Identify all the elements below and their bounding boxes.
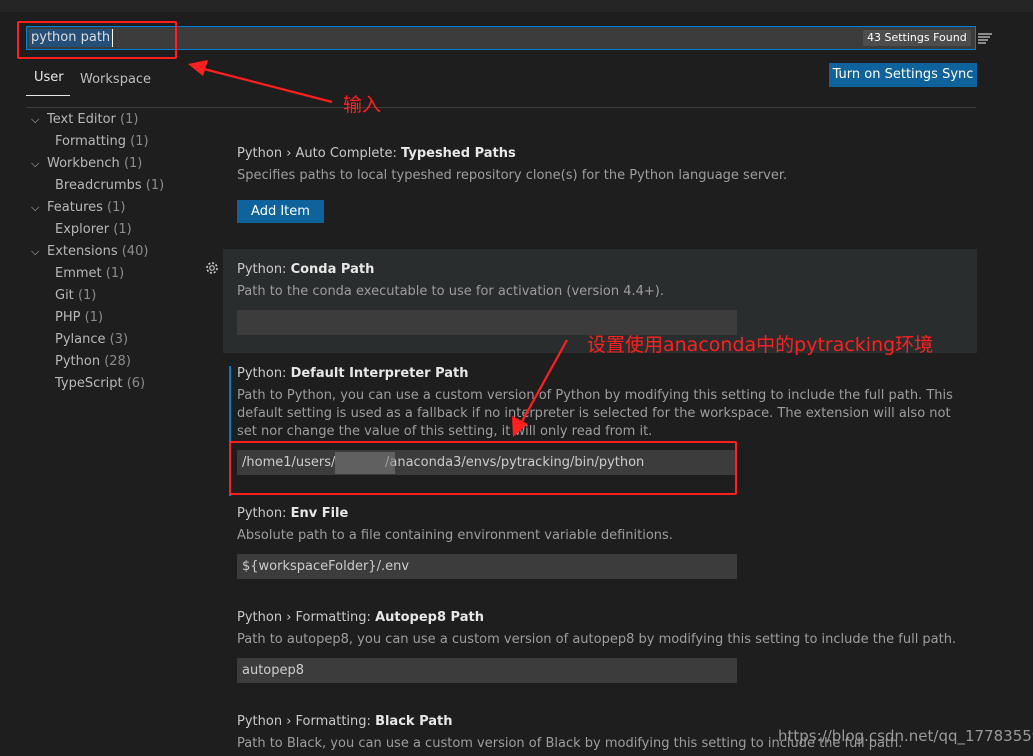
- setting-desc-env-file: Absolute path to a file containing envir…: [237, 528, 673, 543]
- annotation-box-search: [17, 21, 177, 59]
- setting-desc-typeshed-paths: Specifies paths to local typeshed reposi…: [237, 168, 788, 183]
- toc-item-php[interactable]: PHP (1): [55, 310, 103, 325]
- setting-title-typeshed-paths: Python › Auto Complete: Typeshed Paths: [237, 146, 516, 161]
- top-strip: [0, 0, 1033, 12]
- toc-item-git[interactable]: Git (1): [55, 288, 96, 303]
- tab-workspace[interactable]: Workspace: [80, 72, 151, 87]
- setting-title-black-path: Python › Formatting: Black Path: [237, 714, 453, 729]
- toc-item-explorer[interactable]: Explorer (1): [55, 222, 132, 237]
- chevron-down-icon: ⌵: [31, 201, 40, 214]
- toc-item-emmet[interactable]: Emmet (1): [55, 266, 124, 281]
- settings-sync-button[interactable]: Turn on Settings Sync: [829, 63, 977, 87]
- toc-item-text-editor[interactable]: ⌵ Text Editor (1): [31, 112, 138, 127]
- tab-user[interactable]: User: [34, 70, 64, 85]
- setting-title-env-file: Python: Env File: [237, 506, 349, 521]
- tabs-divider: [26, 107, 976, 108]
- filter-icon[interactable]: [977, 32, 993, 46]
- toc-item-features[interactable]: ⌵ Features (1): [31, 200, 125, 215]
- autopep8-path-input[interactable]: autopep8: [237, 658, 737, 683]
- annotation-label-input: 输入: [343, 94, 382, 116]
- setting-desc-default-interpreter-path: Path to Python, you can use a custom ver…: [237, 388, 953, 439]
- setting-desc-autopep8-path: Path to autopep8, you can use a custom v…: [237, 632, 957, 647]
- annotation-box-interpreter: [229, 441, 737, 495]
- toc-item-typescript[interactable]: TypeScript (6): [55, 376, 145, 391]
- toc-item-pylance[interactable]: Pylance (3): [55, 332, 128, 347]
- annotation-label-interpreter: 设置使用anaconda中的pytracking环境: [587, 334, 934, 356]
- gear-icon[interactable]: [204, 260, 220, 276]
- toc-item-extensions[interactable]: ⌵ Extensions (40): [31, 244, 148, 259]
- toc-item-workbench[interactable]: ⌵ Workbench (1): [31, 156, 142, 171]
- chevron-down-icon: ⌵: [31, 245, 40, 258]
- watermark: https://blog.csdn.net/qq_17783559: [778, 727, 1033, 745]
- chevron-down-icon: ⌵: [31, 113, 40, 126]
- toc-item-python[interactable]: Python (28): [55, 354, 131, 369]
- env-file-input[interactable]: ${workspaceFolder}/.env: [237, 554, 737, 579]
- setting-title-conda-path: Python: Conda Path: [237, 262, 375, 277]
- add-item-button[interactable]: Add Item: [237, 200, 324, 223]
- setting-desc-conda-path: Path to the conda executable to use for …: [237, 284, 664, 299]
- setting-title-autopep8-path: Python › Formatting: Autopep8 Path: [237, 610, 484, 625]
- toc-item-formatting[interactable]: Formatting (1): [55, 134, 149, 149]
- toc-item-breadcrumbs[interactable]: Breadcrumbs (1): [55, 178, 164, 193]
- results-count-badge: 43 Settings Found: [863, 30, 971, 46]
- chevron-down-icon: ⌵: [31, 157, 40, 170]
- tab-user-active-indicator: [26, 95, 70, 96]
- setting-title-default-interpreter-path: Python: Default Interpreter Path: [237, 366, 469, 381]
